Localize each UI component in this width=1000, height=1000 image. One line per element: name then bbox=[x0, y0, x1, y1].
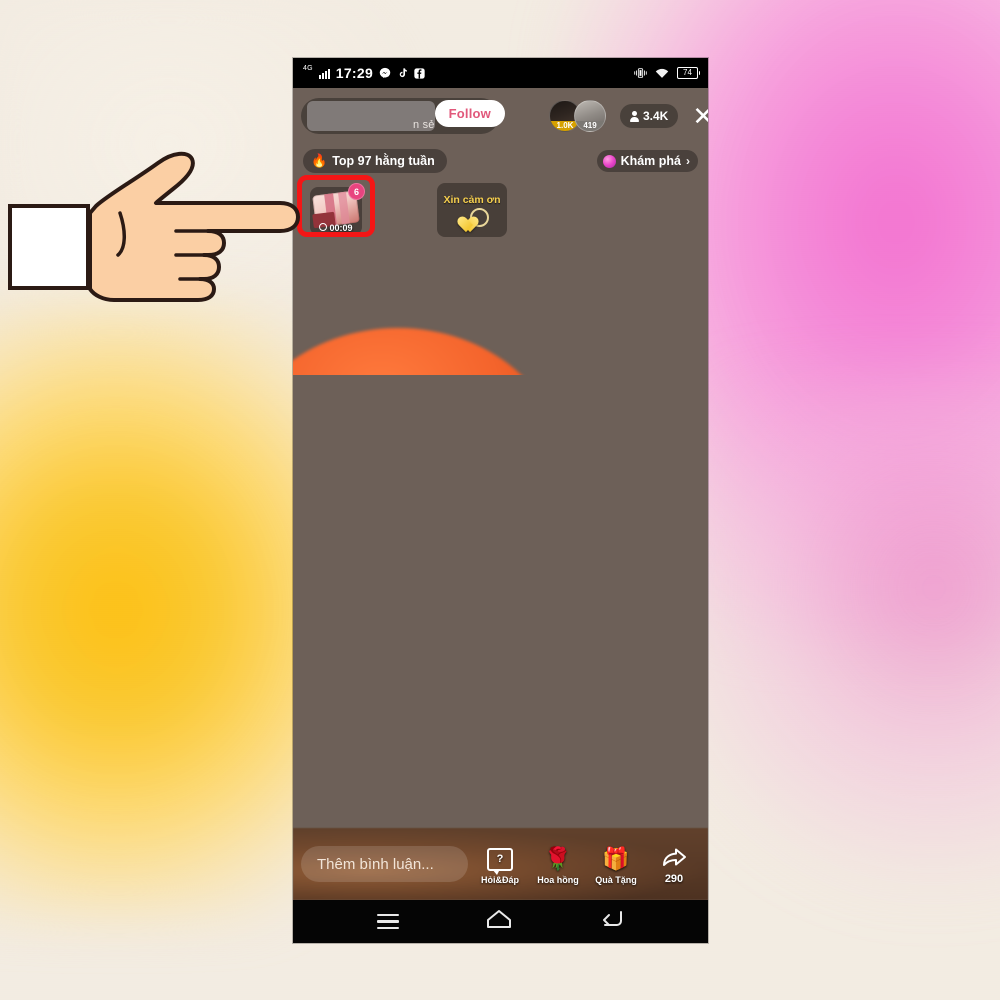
status-bar-right: 74 bbox=[634, 67, 700, 79]
heart-icon bbox=[455, 209, 473, 225]
network-type-label: 4G bbox=[303, 64, 313, 72]
thanks-card[interactable]: Xin cảm ơn bbox=[437, 183, 507, 237]
orb-icon bbox=[602, 154, 616, 168]
recent-apps-button[interactable] bbox=[376, 913, 399, 930]
signal-bars-icon bbox=[318, 68, 330, 79]
live-action-buttons: ? Hỏi&Đáp 🌹 Hoa hồng 🎁 Quà Tặng 290 bbox=[474, 843, 700, 885]
gift-box-timer[interactable]: 6 00:09 bbox=[310, 183, 365, 235]
gift-label: Quà Tặng bbox=[595, 875, 637, 885]
menu-icon bbox=[376, 913, 399, 930]
fire-icon: 🔥 bbox=[311, 153, 328, 168]
phone-screenshot: 4G 17:29 74 n sẻ Follow 1.0K 419 3.4K ✕ … bbox=[293, 58, 708, 943]
question-mark-icon: ? bbox=[487, 845, 513, 875]
gift-badge-count: 6 bbox=[348, 183, 365, 200]
chevron-right-icon: › bbox=[686, 154, 690, 168]
home-button[interactable] bbox=[486, 908, 512, 935]
share-button[interactable]: 290 bbox=[648, 843, 700, 885]
back-icon bbox=[599, 908, 625, 935]
qa-label: Hỏi&Đáp bbox=[481, 875, 519, 885]
top-viewer-avatar-2[interactable]: 419 bbox=[574, 100, 606, 132]
weekly-rank-label: Top 97 hằng tuần bbox=[332, 154, 435, 168]
streamer-name: n sẻ bbox=[413, 119, 435, 131]
facebook-icon bbox=[414, 67, 425, 79]
gift-button[interactable]: 🎁 Quà Tặng bbox=[590, 845, 642, 886]
top-viewers-list[interactable]: 1.0K 419 bbox=[549, 100, 606, 132]
gift-icon: 🎁 bbox=[602, 846, 630, 871]
share-icon bbox=[661, 843, 687, 871]
explore-label: Khám phá bbox=[620, 154, 681, 168]
pointing-hand-cursor bbox=[8, 143, 308, 308]
live-secondary-bar: 🔥 Top 97 hằng tuần Khám phá › bbox=[293, 146, 708, 176]
live-gift-row: 6 00:09 Xin cảm ơn bbox=[293, 175, 708, 243]
wifi-icon bbox=[655, 68, 669, 79]
live-top-bar: n sẻ Follow 1.0K 419 3.4K ✕ bbox=[293, 88, 708, 144]
rose-icon: 🌹 bbox=[544, 846, 572, 871]
live-stream-view: n sẻ Follow 1.0K 419 3.4K ✕ 🔥 Top 97 hằn… bbox=[293, 88, 708, 900]
explore-pill[interactable]: Khám phá › bbox=[596, 150, 698, 172]
share-count-label: 290 bbox=[664, 873, 684, 885]
back-button[interactable] bbox=[599, 908, 625, 935]
messenger-icon bbox=[379, 67, 391, 79]
close-icon[interactable]: ✕ bbox=[692, 103, 708, 129]
qa-button[interactable]: ? Hỏi&Đáp bbox=[474, 845, 526, 885]
streamer-profile-pill[interactable]: n sẻ Follow bbox=[301, 98, 505, 134]
status-bar: 4G 17:29 74 bbox=[293, 58, 708, 88]
comment-input[interactable]: Thêm bình luận... bbox=[301, 846, 468, 882]
status-bar-left: 4G 17:29 bbox=[303, 65, 425, 81]
rose-button[interactable]: 🌹 Hoa hồng bbox=[532, 845, 584, 886]
live-bottom-bar: Thêm bình luận... ? Hỏi&Đáp 🌹 Hoa hồng 🎁… bbox=[293, 828, 708, 900]
android-nav-bar bbox=[293, 900, 708, 943]
vibrate-icon bbox=[634, 67, 647, 79]
thanks-icons bbox=[455, 207, 489, 227]
video-blurred-overlay bbox=[293, 375, 708, 840]
viewer-count-pill[interactable]: 3.4K bbox=[620, 104, 679, 128]
home-icon bbox=[486, 908, 512, 935]
thanks-label: Xin cảm ơn bbox=[443, 193, 501, 206]
person-icon bbox=[630, 110, 639, 122]
gift-timer-value: 00:09 bbox=[329, 223, 353, 233]
viewer-count-label: 3.4K bbox=[643, 109, 669, 123]
top-viewer-badge-2: 419 bbox=[575, 121, 605, 131]
weekly-rank-pill[interactable]: 🔥 Top 97 hằng tuần bbox=[303, 149, 447, 173]
rose-label: Hoa hồng bbox=[537, 875, 579, 885]
battery-indicator: 74 bbox=[677, 67, 700, 79]
clock-icon bbox=[319, 223, 328, 231]
status-bar-clock: 17:29 bbox=[335, 65, 374, 81]
gift-timer-label: 00:09 bbox=[313, 223, 359, 233]
follow-button[interactable]: Follow bbox=[434, 100, 505, 127]
tiktok-icon bbox=[397, 67, 408, 79]
screenshot-canvas: 4G 17:29 74 n sẻ Follow 1.0K 419 3.4K ✕ … bbox=[0, 0, 1000, 1000]
